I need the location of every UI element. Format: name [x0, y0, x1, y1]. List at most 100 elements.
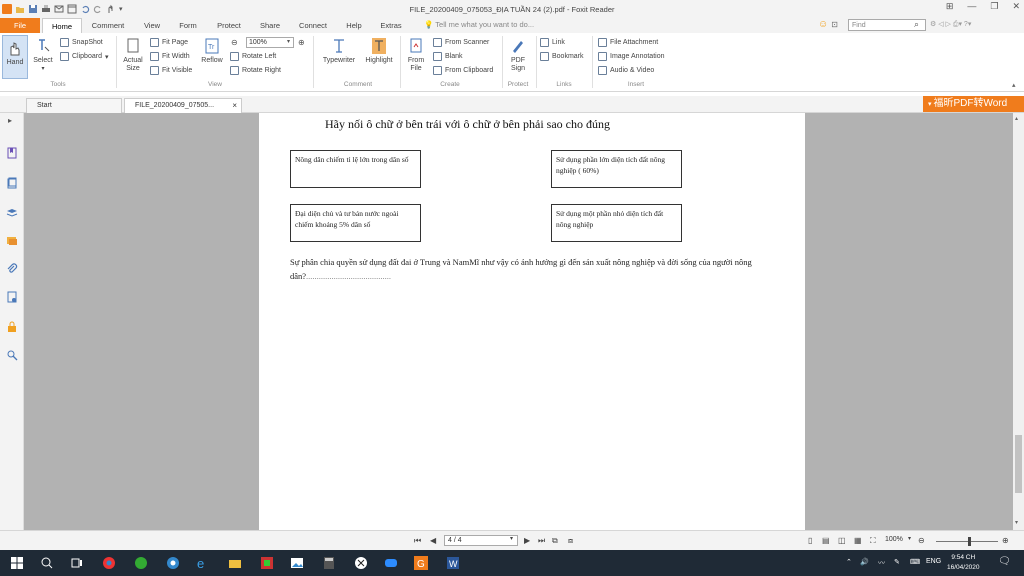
layers-icon[interactable] — [6, 207, 18, 219]
page-dropdown-icon[interactable]: ▾ — [510, 535, 513, 542]
find-nav-icons[interactable]: ⚙ ◁ ▷ ⎙▾ ?▾ — [930, 20, 971, 29]
zoom-slider-track[interactable] — [936, 541, 998, 542]
continuous-facing-icon[interactable]: ▦ — [854, 536, 862, 545]
comments-icon[interactable] — [6, 235, 18, 247]
tab-comment[interactable]: Comment — [86, 18, 130, 33]
fit-page-button[interactable]: Fit Page — [150, 38, 188, 47]
tab-extras[interactable]: Extras — [374, 18, 408, 33]
tab-home[interactable]: Home — [42, 18, 82, 33]
scroll-down-icon[interactable]: ▾ — [1015, 519, 1018, 526]
smiley-icon[interactable]: ☺ — [818, 19, 828, 30]
pdf-sign-button[interactable]: PDF Sign — [506, 37, 530, 73]
tab-view[interactable]: View — [138, 18, 166, 33]
zoom-slider-knob[interactable] — [968, 537, 971, 546]
tab-help[interactable]: Help — [340, 18, 368, 33]
from-scanner-button[interactable]: From Scanner — [433, 38, 489, 47]
fit-width-button[interactable]: Fit Width — [150, 52, 190, 61]
bookmark-button[interactable]: Bookmark — [540, 52, 584, 61]
zoom-app-icon[interactable] — [384, 556, 398, 570]
language-indicator[interactable]: ENG — [926, 558, 941, 565]
signature-panel-icon[interactable] — [6, 291, 18, 303]
previous-page-icon[interactable]: ◀ — [430, 536, 436, 545]
page-view-icon[interactable]: ⧉ — [552, 536, 558, 546]
select-tool-button[interactable]: Select ▾ — [31, 37, 55, 73]
clipboard-button[interactable]: Clipboard ▾ — [60, 52, 108, 61]
wifi-icon[interactable]: 〰 — [878, 558, 885, 568]
close-tab-icon[interactable]: × — [232, 99, 237, 113]
tab-connect[interactable]: Connect — [293, 18, 333, 33]
tab-share[interactable]: Share — [254, 18, 286, 33]
volume-icon[interactable]: 🔊 — [860, 558, 869, 566]
coccoc-icon[interactable] — [134, 556, 148, 570]
page-number-input[interactable]: 4 / 4 — [444, 535, 518, 546]
search-taskbar-icon[interactable] — [40, 556, 54, 570]
attachments-icon[interactable] — [6, 263, 18, 275]
word-icon[interactable]: W — [446, 556, 460, 570]
security-lock-icon[interactable] — [6, 321, 18, 333]
open-folder-icon[interactable] — [15, 4, 25, 14]
fit-visible-button[interactable]: Fit Visible — [150, 66, 192, 75]
minimize-button[interactable]: — — [967, 1, 976, 12]
blank-button[interactable]: Blank — [433, 52, 463, 61]
document-canvas[interactable]: Hãy nối ô chữ ở bên trái với ô chữ ở bên… — [24, 113, 1013, 530]
facing-icon[interactable]: ◫ — [838, 536, 846, 545]
unity-icon[interactable] — [354, 556, 368, 570]
save-icon[interactable] — [28, 4, 38, 14]
rotate-right-button[interactable]: Rotate Right — [230, 66, 281, 75]
search-document-icon[interactable] — [6, 349, 18, 361]
edge-icon[interactable]: e — [196, 556, 210, 570]
hand-tool-small-icon[interactable] — [106, 4, 116, 14]
tab-start[interactable]: Start — [26, 98, 122, 113]
customize-dropdown-icon[interactable]: ▾ — [119, 5, 123, 13]
zoom-level-dropdown-icon[interactable]: ▾ — [908, 535, 911, 542]
fullscreen-icon[interactable]: ⛶ — [870, 536, 876, 546]
zoom-out-icon[interactable]: ⊖ — [231, 38, 238, 47]
clock[interactable]: 9:54 CH 16/04/2020 — [947, 553, 980, 573]
pdf-page[interactable]: Hãy nối ô chữ ở bên trái với ô chữ ở bên… — [259, 113, 805, 530]
tell-me-box[interactable]: 💡 Tell me what you want to do... — [424, 20, 534, 29]
pages-icon[interactable] — [6, 177, 18, 189]
app-icon[interactable] — [260, 556, 274, 570]
scrollbar-thumb[interactable] — [1015, 435, 1022, 493]
highlight-button[interactable]: Highlight — [362, 37, 396, 65]
zoom-dropdown-icon[interactable]: ▾ — [287, 38, 290, 45]
window-icon[interactable] — [67, 4, 77, 14]
pen-icon[interactable]: ✎ — [894, 558, 900, 566]
audio-video-button[interactable]: Audio & Video — [598, 66, 654, 75]
reflow-button[interactable]: Tr Reflow — [199, 37, 225, 65]
promo-banner[interactable]: ▾ 福昕PDF转Word — [923, 96, 1024, 112]
ribbon-display-icon[interactable]: ⊞ — [946, 1, 954, 12]
expand-panel-icon[interactable]: ▸ — [8, 116, 12, 125]
photos-icon[interactable] — [290, 556, 304, 570]
from-file-button[interactable]: From File — [404, 37, 428, 73]
chrome-icon[interactable] — [102, 556, 116, 570]
from-clipboard-button[interactable]: From Clipboard — [433, 66, 493, 75]
file-attachment-button[interactable]: File Attachment — [598, 38, 658, 47]
chrome-profile-icon[interactable] — [166, 556, 180, 570]
last-page-icon[interactable]: ⏭ — [538, 536, 545, 546]
search-icon[interactable]: ⌕ — [914, 19, 919, 30]
file-explorer-icon[interactable] — [228, 556, 242, 570]
link-button[interactable]: Link — [540, 38, 565, 47]
foxit-taskbar-icon[interactable]: G — [414, 556, 428, 570]
keyboard-icon[interactable]: ⌨ — [910, 558, 920, 566]
two-page-icon[interactable]: ⧈ — [568, 536, 573, 546]
close-button[interactable]: ✕ — [1012, 1, 1020, 12]
next-page-icon[interactable]: ▶ — [524, 536, 530, 545]
image-annotation-button[interactable]: Image Annotation — [598, 52, 665, 61]
tray-overflow-icon[interactable]: ⌃ — [846, 558, 852, 566]
continuous-icon[interactable]: ▤ — [822, 536, 830, 545]
collapse-ribbon-icon[interactable]: ▴ — [1012, 81, 1016, 89]
print-icon[interactable] — [41, 4, 51, 14]
tab-file[interactable]: File — [0, 18, 40, 33]
find-options-icon[interactable]: ⊡ — [831, 20, 838, 29]
notification-icon[interactable]: 🗨 — [998, 556, 1011, 567]
bookmarks-icon[interactable] — [6, 147, 18, 159]
email-icon[interactable] — [54, 4, 64, 14]
windows-start-icon[interactable] — [10, 556, 24, 570]
zoom-in-icon[interactable]: ⊕ — [298, 38, 305, 47]
restore-button[interactable]: ❐ — [990, 1, 998, 12]
redo-icon[interactable] — [93, 4, 103, 14]
zoom-out-status-icon[interactable]: ⊖ — [918, 536, 925, 545]
hand-tool-button[interactable]: Hand — [2, 35, 28, 79]
